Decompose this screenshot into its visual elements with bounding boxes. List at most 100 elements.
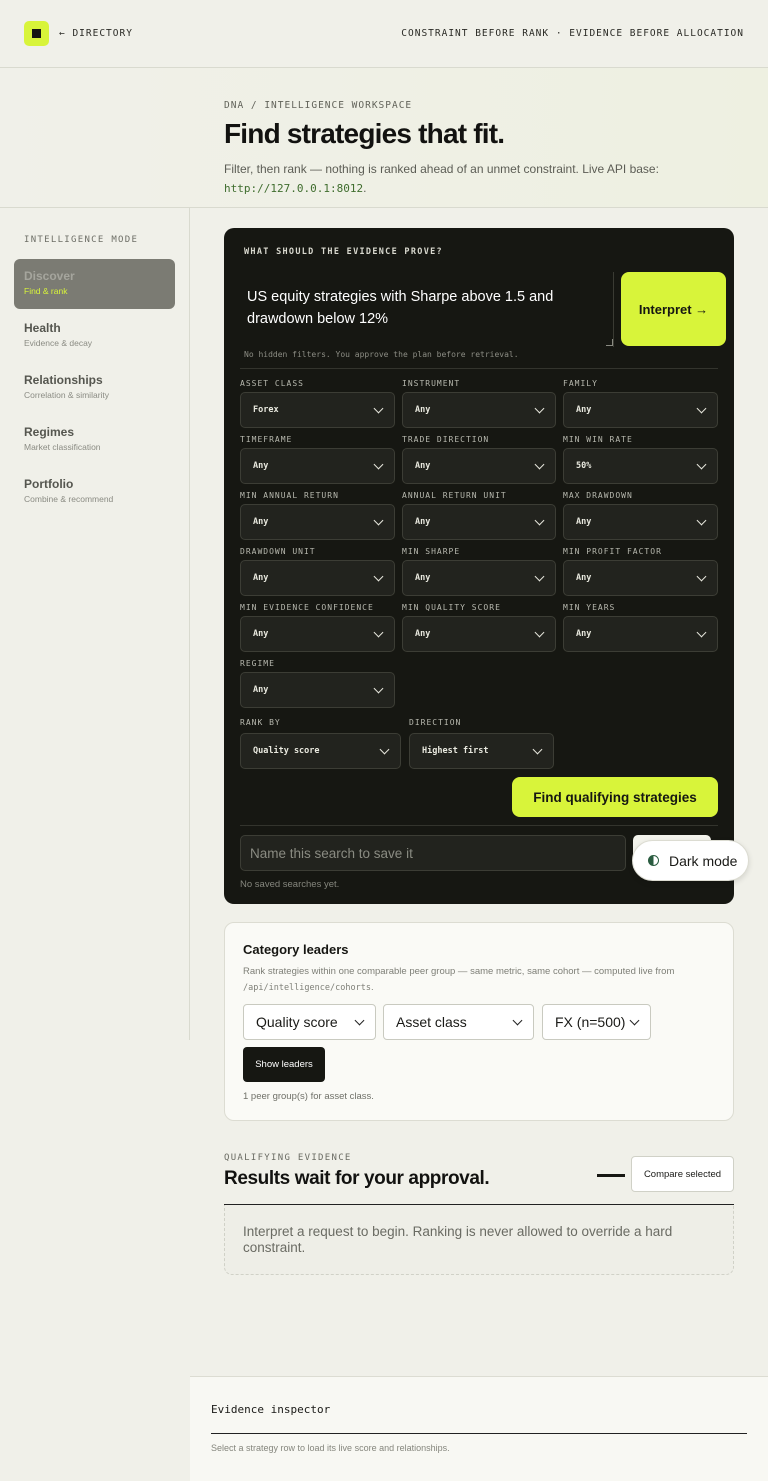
chevron-down-icon [373, 683, 384, 693]
chevron-down-icon [696, 571, 707, 581]
min-years-select[interactable]: Any [563, 616, 718, 652]
breadcrumb: DNA / INTELLIGENCE WORKSPACE [224, 100, 413, 111]
chevron-down-icon [534, 571, 545, 581]
page-subtitle: Filter, then rank — nothing is ranked ah… [224, 160, 694, 198]
chevron-down-icon [373, 459, 384, 469]
chevron-down-icon [373, 571, 384, 581]
filter-label: FAMILY [563, 379, 598, 388]
sidebar-item-sub: Combine & recommend [24, 494, 114, 504]
select-value: Any [415, 461, 431, 471]
chevron-down-icon [534, 627, 545, 637]
select-value: Asset class [396, 1014, 467, 1030]
min-sharpe-select[interactable]: Any [402, 560, 556, 596]
sidebar-item-title: Health [24, 321, 61, 335]
cohorts-endpoint: /api/intelligence/cohorts [243, 983, 371, 993]
select-value: Any [253, 685, 269, 695]
filter-label: TIMEFRAME [240, 435, 293, 444]
resize-grip-icon[interactable] [606, 339, 613, 346]
find-qualifying-strategies-button[interactable]: Find qualifying strategies [512, 777, 718, 817]
sidebar-item-health[interactable]: Health Evidence & decay [14, 311, 175, 361]
timeframe-select[interactable]: Any [240, 448, 395, 484]
select-value: Any [415, 573, 431, 583]
filter-label: MIN PROFIT FACTOR [563, 547, 662, 556]
chevron-down-icon [512, 1015, 523, 1025]
sidebar-item-sub: Evidence & decay [24, 338, 93, 348]
results-empty-state: Interpret a request to begin. Ranking is… [224, 1205, 734, 1275]
sidebar-item-portfolio[interactable]: Portfolio Combine & recommend [14, 467, 175, 517]
compare-selected-button[interactable]: Compare selected [631, 1156, 734, 1192]
select-value: Any [253, 517, 269, 527]
leader-dimension-select[interactable]: Asset class [383, 1004, 534, 1040]
question-label: WHAT SHOULD THE EVIDENCE PROVE? [244, 247, 443, 257]
filter-label: MIN YEARS [563, 603, 616, 612]
regime-select[interactable]: Any [240, 672, 395, 708]
top-bar: ← DIRECTORY CONSTRAINT BEFORE RANK · EVI… [0, 0, 768, 68]
chevron-down-icon [534, 403, 545, 413]
page-header: DNA / INTELLIGENCE WORKSPACE Find strate… [0, 68, 768, 208]
min-quality-score-select[interactable]: Any [402, 616, 556, 652]
rank-by-select[interactable]: Quality score [240, 733, 401, 769]
inspector-desc: Select a strategy row to load its live s… [211, 1443, 450, 1453]
dark-mode-toggle[interactable]: Dark mode [632, 840, 749, 881]
sidebar-item-title: Relationships [24, 373, 103, 387]
dark-mode-label: Dark mode [669, 852, 738, 869]
chevron-down-icon [629, 1015, 640, 1025]
tagline: CONSTRAINT BEFORE RANK · EVIDENCE BEFORE… [401, 28, 744, 39]
subtitle-text: Filter, then rank — nothing is ranked ah… [224, 162, 659, 176]
asset-class-select[interactable]: Forex [240, 392, 395, 428]
trade-direction-select[interactable]: Any [402, 448, 556, 484]
min-win-rate-select[interactable]: 50% [563, 448, 718, 484]
leader-metric-select[interactable]: Quality score [243, 1004, 376, 1040]
filter-label: ANNUAL RETURN UNIT [402, 491, 507, 500]
family-select[interactable]: Any [563, 392, 718, 428]
select-value: Any [253, 573, 269, 583]
direction-select[interactable]: Highest first [409, 733, 554, 769]
show-leaders-button[interactable]: Show leaders [243, 1047, 325, 1082]
endpoint-suffix: . [370, 982, 374, 993]
select-value: Any [253, 629, 269, 639]
max-drawdown-select[interactable]: Any [563, 504, 718, 540]
api-suffix: . [363, 181, 367, 195]
interpret-button[interactable]: Interpret → [621, 272, 726, 346]
sidebar-item-title: Regimes [24, 425, 75, 439]
select-value: 50% [576, 461, 592, 471]
filter-label: MIN SHARPE [402, 547, 461, 556]
query-input[interactable]: US equity strategies with Sharpe above 1… [234, 272, 614, 347]
qualifying-evidence-eyebrow: QUALIFYING EVIDENCE [224, 1153, 352, 1163]
no-hidden-filters-hint: No hidden filters. You approve the plan … [244, 350, 519, 359]
desc-text: Rank strategies within one comparable pe… [243, 966, 675, 977]
sidebar-item-discover[interactable]: Discover Find & rank [14, 259, 175, 309]
select-value: Any [253, 461, 269, 471]
discover-panel: WHAT SHOULD THE EVIDENCE PROVE? US equit… [224, 228, 734, 904]
sidebar-item-relationships[interactable]: Relationships Correlation & similarity [14, 363, 175, 413]
peer-group-count: 1 peer group(s) for asset class. [243, 1091, 374, 1102]
directory-link[interactable]: ← DIRECTORY [59, 28, 133, 39]
sidebar-item-regimes[interactable]: Regimes Market classification [14, 415, 175, 465]
select-value: Any [576, 517, 592, 527]
page-title: Find strategies that fit. [224, 118, 505, 149]
leader-cohort-select[interactable]: FX (n=500) [542, 1004, 651, 1040]
sidebar-item-title: Portfolio [24, 477, 74, 491]
annual-return-unit-select[interactable]: Any [402, 504, 556, 540]
direction-label: DIRECTION [409, 718, 462, 727]
drawdown-unit-select[interactable]: Any [240, 560, 395, 596]
save-search-input[interactable] [240, 835, 626, 871]
select-value: Any [415, 629, 431, 639]
select-value: Highest first [422, 746, 489, 756]
sidebar-label: INTELLIGENCE MODE [24, 235, 139, 245]
min-evidence-confidence-select[interactable]: Any [240, 616, 395, 652]
min-annual-return-select[interactable]: Any [240, 504, 395, 540]
min-profit-factor-select[interactable]: Any [563, 560, 718, 596]
rank-by-label: RANK BY [240, 718, 281, 727]
filter-label: TRADE DIRECTION [402, 435, 490, 444]
logo-icon[interactable] [24, 21, 49, 46]
select-value: Quality score [256, 1014, 338, 1030]
sidebar-item-sub: Market classification [24, 442, 101, 452]
filter-label: MIN QUALITY SCORE [402, 603, 501, 612]
instrument-select[interactable]: Any [402, 392, 556, 428]
select-value: Any [415, 517, 431, 527]
saved-searches-empty: No saved searches yet. [240, 879, 340, 890]
select-value: Quality score [253, 746, 320, 756]
chevron-down-icon [696, 403, 707, 413]
sidebar: INTELLIGENCE MODE Discover Find & rank H… [0, 208, 190, 1040]
